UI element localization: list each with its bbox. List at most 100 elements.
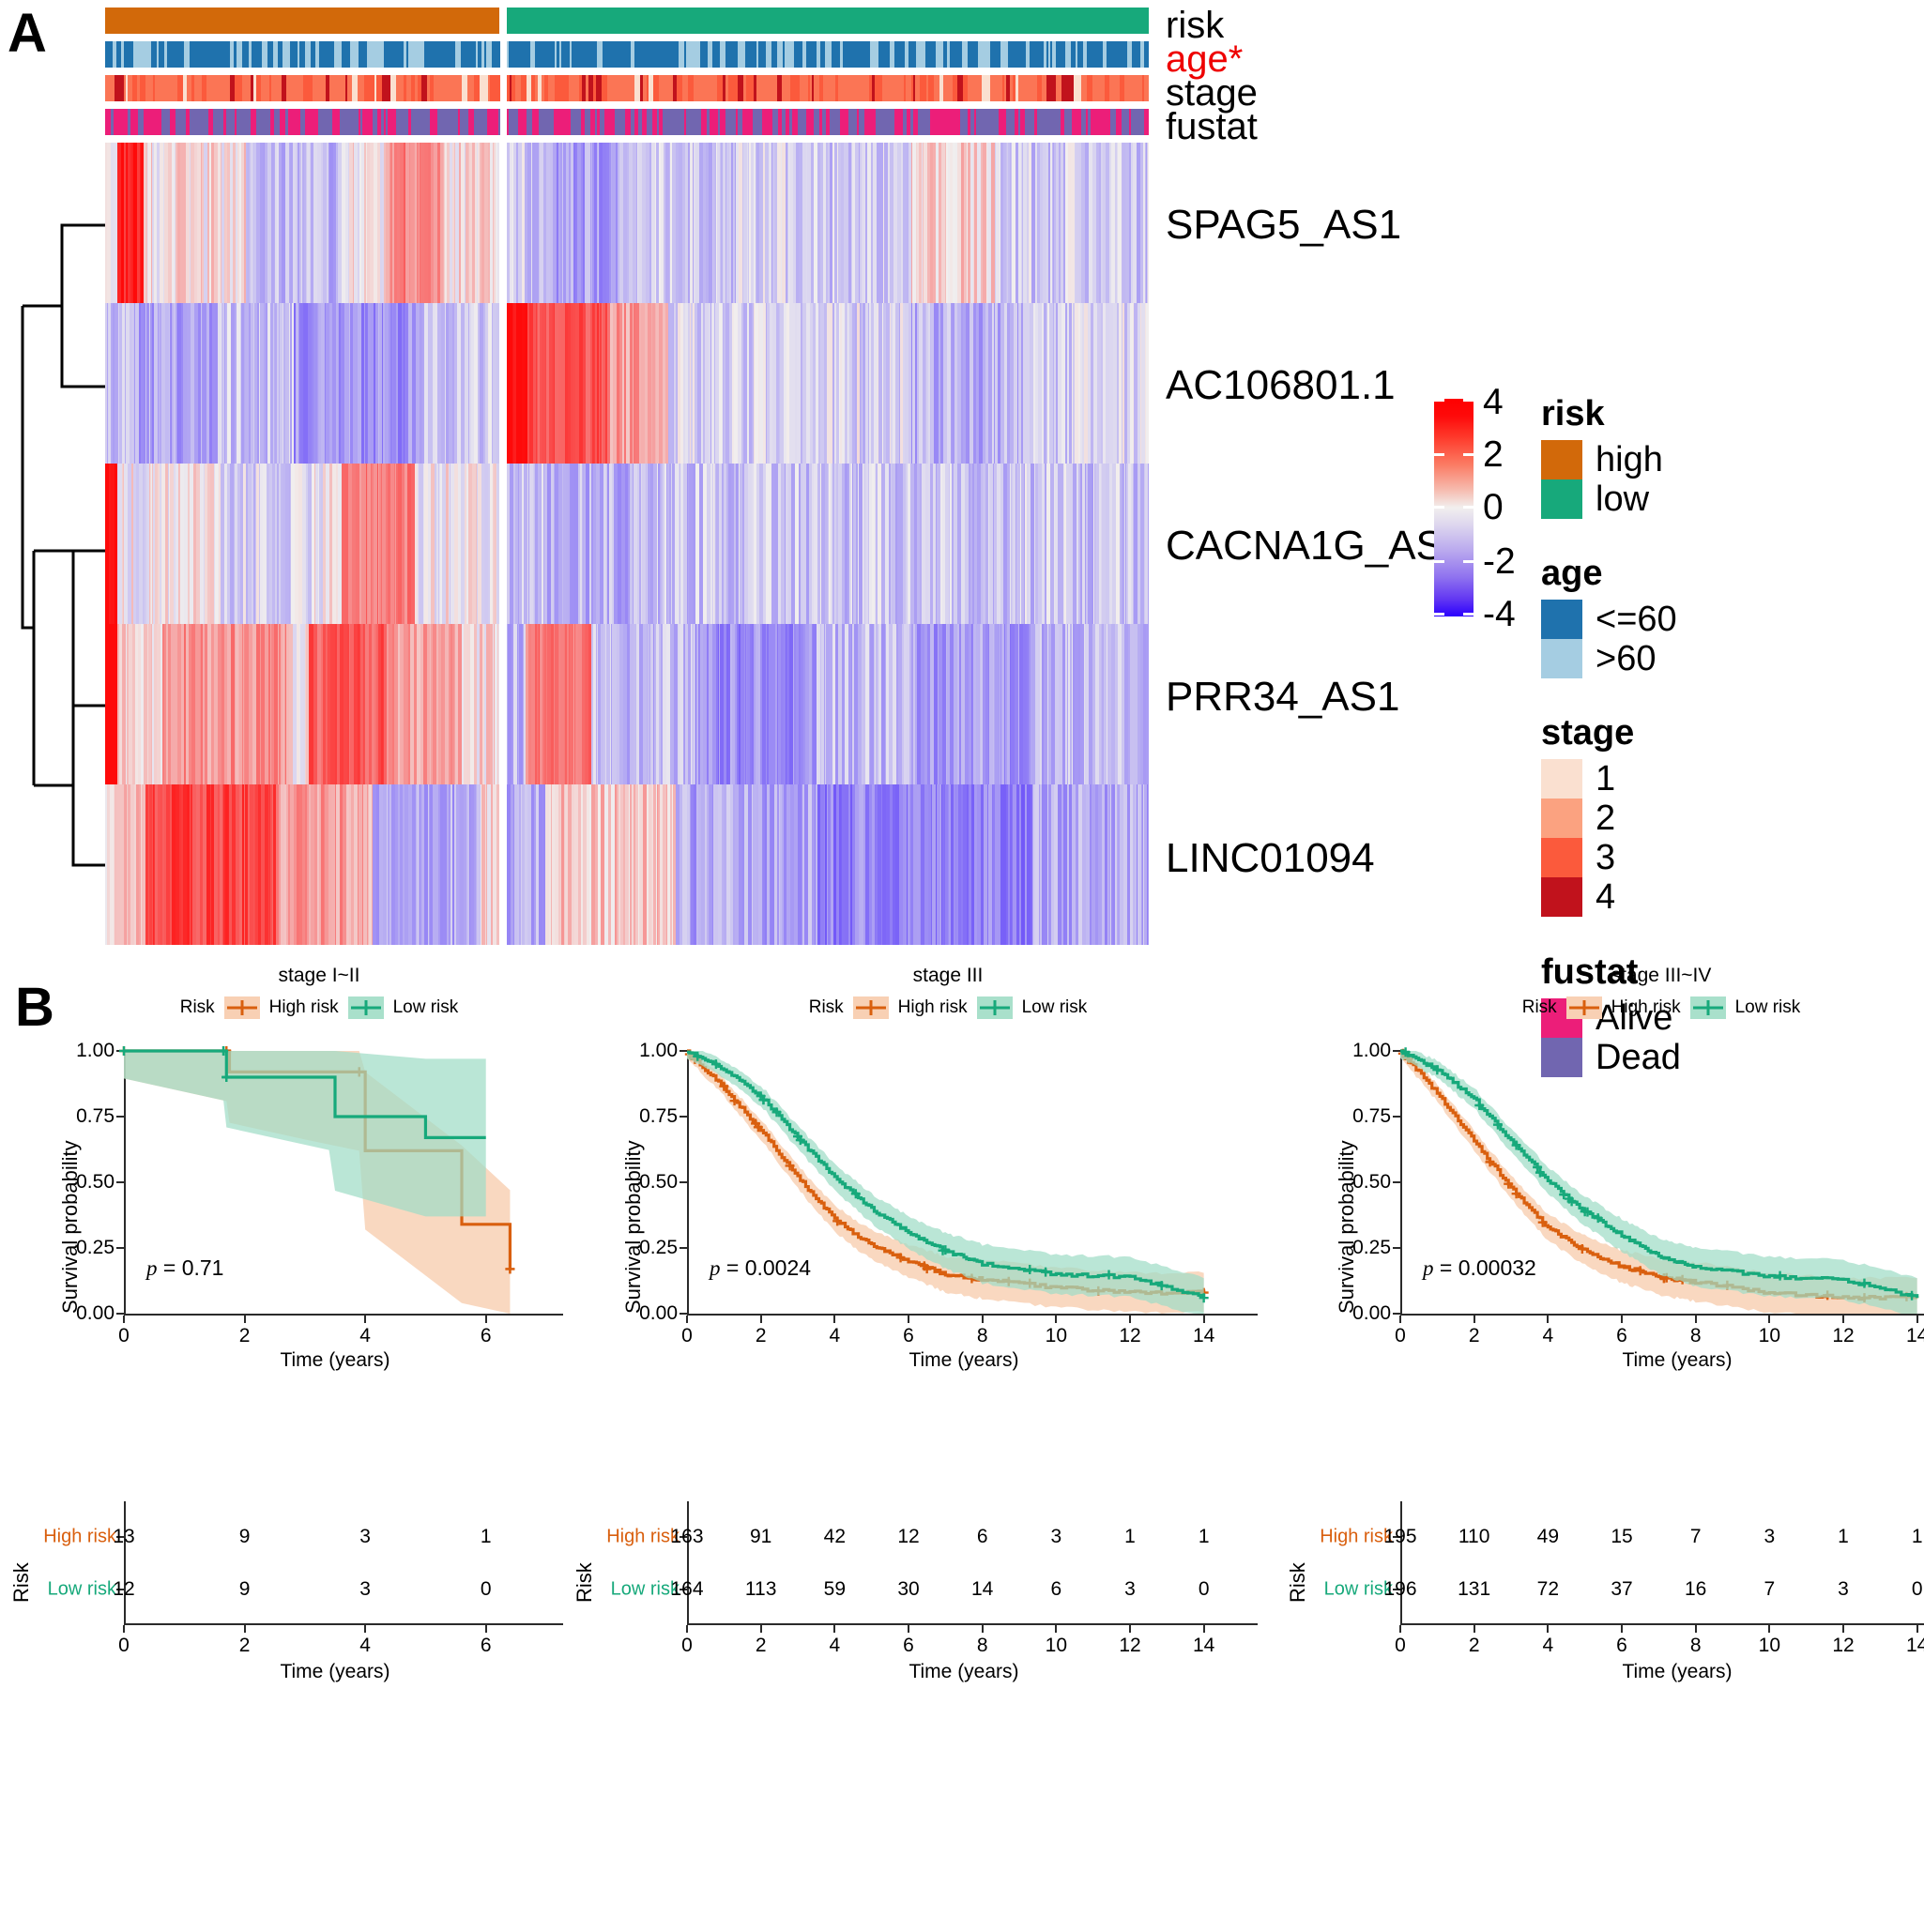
- km-censor-2-1-9: [1566, 1196, 1577, 1207]
- km-censor-0-0-4: [221, 1046, 232, 1056]
- km-censor-1-1-5: [756, 1091, 766, 1102]
- km-legend-key-high-2: [1565, 996, 1602, 1019]
- km-ci-band-0-1: [124, 1051, 486, 1217]
- rt-xtick-label-2-3: 6: [1616, 1635, 1627, 1656]
- rt-xtick-label-1-5: 10: [1045, 1635, 1067, 1656]
- rt-cell-2-0-4: 7: [1689, 1526, 1702, 1547]
- km-xtick-1-7: [1202, 1316, 1205, 1323]
- km-censor-1-1-0: [940, 1245, 951, 1255]
- legend-swatch-stage-3: [1541, 838, 1582, 877]
- km-ytick-2-0: [1393, 1050, 1400, 1052]
- colorbar-tick-0: [1434, 506, 1474, 509]
- km-legend-text-high-2: High risk: [1611, 997, 1681, 1017]
- legend-label-age-le60: <=60: [1596, 599, 1677, 639]
- rt-xtick-label-2-7: 14: [1905, 1635, 1924, 1656]
- rt-xtick-label-2-5: 10: [1758, 1635, 1780, 1656]
- gene-label-prr34-as1: PRR34_AS1: [1166, 674, 1400, 720]
- km-censor-1-0-10: [1093, 1285, 1104, 1296]
- rt-cell-0-0-0: 13: [113, 1526, 135, 1547]
- km-xtick-0-3: [484, 1316, 487, 1323]
- rt-left-axis-1: [687, 1501, 689, 1623]
- rt-xtick-1-6: [1129, 1625, 1131, 1633]
- gene-label-linc01094: LINC01094: [1166, 835, 1375, 881]
- km-xtick-1-1: [759, 1316, 762, 1323]
- km-xtick-0-0: [123, 1316, 125, 1323]
- rt-cell-2-1-0: 196: [1383, 1578, 1417, 1600]
- km-xtick-0-2: [364, 1316, 367, 1323]
- km-xtick-label-1-6: 12: [1119, 1325, 1141, 1346]
- rt-xtick-0-0: [123, 1625, 125, 1633]
- km-censor-2-1-6: [1535, 1167, 1545, 1178]
- km-xlabel-1: Time (years): [909, 1349, 1019, 1371]
- legend-item-age-le60: <=60: [1541, 600, 1677, 639]
- legend-label-stage-2: 2: [1596, 798, 1616, 838]
- km-xtick-label-1-4: 8: [976, 1325, 988, 1346]
- km-censor-1-1-13: [795, 1135, 805, 1146]
- colorbar-label-neg4: -4: [1483, 594, 1516, 634]
- rt-xtick-2-5: [1768, 1625, 1771, 1633]
- km-xaxis-2: [1400, 1314, 1924, 1316]
- annotation-row-age: [105, 41, 1149, 68]
- km-ytick-1-3: [680, 1247, 687, 1249]
- km-xtick-1-4: [981, 1316, 984, 1323]
- heatmap-row-gene-4: [105, 784, 1149, 945]
- km-ytick-0-4: [116, 1313, 124, 1315]
- rt-cell-1-1-7: 0: [1198, 1578, 1210, 1600]
- km-ytick-label-1-0: 1.00: [639, 1040, 678, 1061]
- km-ytick-label-0-0: 1.00: [76, 1040, 115, 1061]
- rt-xlabel-1: Time (years): [909, 1661, 1019, 1682]
- rt-bottom-axis-1: [687, 1623, 1258, 1625]
- km-legend-key-low-0: [347, 996, 384, 1019]
- km-legend-label-0: Risk: [179, 997, 215, 1017]
- legend-item-stage-3: 3: [1541, 838, 1634, 877]
- rt-xtick-2-7: [1916, 1625, 1918, 1633]
- rt-cell-2-0-7: 1: [1911, 1526, 1923, 1547]
- km-risk-table-2: High risk 195 110 49 15 7 3 1 1 Low risk 196 131 72 3…: [1286, 1501, 1924, 1689]
- km-xtick-1-3: [908, 1316, 909, 1323]
- km-legend-label-1: Risk: [808, 997, 844, 1017]
- km-xtick-label-1-1: 2: [755, 1325, 767, 1346]
- legend-label-stage-4: 4: [1596, 876, 1616, 917]
- rt-xtick-label-0-3: 6: [480, 1635, 492, 1656]
- km-legend-text-high-0: High risk: [268, 997, 339, 1017]
- rt-xtick-label-2-4: 8: [1689, 1635, 1702, 1656]
- km-curve-0-0: [124, 1049, 512, 1270]
- colorbar-label-neg2: -2: [1483, 541, 1516, 582]
- colorbar-label-2: 2: [1483, 434, 1504, 475]
- km-censor-0-1-4: [219, 1046, 229, 1056]
- km-curve-0-1: [124, 1049, 486, 1139]
- km-censor-2-1-1: [1432, 1065, 1443, 1075]
- legend-swatch-age-gt60: [1541, 639, 1582, 678]
- rt-xtick-1-7: [1202, 1625, 1205, 1633]
- km-censor-2-1-3: [1580, 1207, 1590, 1217]
- rt-xtick-2-1: [1473, 1625, 1475, 1633]
- km-ytick-0-0: [116, 1050, 124, 1052]
- km-legend-key-low-1: [976, 996, 1013, 1019]
- rt-xtick-2-3: [1621, 1625, 1623, 1633]
- km-censor-2-1-2: [1474, 1101, 1485, 1111]
- heatmap-row-gene-0: [105, 143, 1149, 303]
- km-ytick-1-4: [680, 1313, 687, 1315]
- km-censor-2-1-11: [1564, 1194, 1574, 1204]
- legend-label-risk-high: high: [1596, 439, 1663, 479]
- rt-cell-0-0-2: 3: [359, 1526, 371, 1547]
- km-ytick-2-4: [1393, 1313, 1400, 1315]
- km-ytick-1-0: [680, 1050, 687, 1052]
- rt-xtick-label-2-6: 12: [1832, 1635, 1855, 1656]
- km-censor-2-1-10: [1533, 1163, 1543, 1173]
- km-xtick-label-1-7: 14: [1192, 1325, 1215, 1346]
- km-legend-text-high-1: High risk: [897, 997, 968, 1017]
- km-ytick-0-3: [116, 1247, 124, 1249]
- km-legend-2: Risk High risk Low risk: [1333, 996, 1924, 1019]
- km-censor-2-0-15: [1511, 1189, 1521, 1199]
- km-plot-stage-i-ii: stage I~II Risk High risk Low risk 1.00 0.75 0…: [9, 957, 582, 1932]
- km-censor-2-1-0: [1859, 1278, 1870, 1288]
- km-ytick-1-1: [680, 1116, 687, 1118]
- colorbar-label-0: 0: [1483, 487, 1504, 527]
- km-xtick-2-5: [1768, 1316, 1771, 1323]
- km-censor-2-0-0: [1658, 1273, 1669, 1284]
- rt-cell-1-1-6: 3: [1124, 1578, 1136, 1600]
- rt-cell-0-1-0: 12: [113, 1578, 135, 1600]
- panel-a-letter: A: [8, 3, 47, 64]
- km-censor-1-1-9: [793, 1132, 802, 1142]
